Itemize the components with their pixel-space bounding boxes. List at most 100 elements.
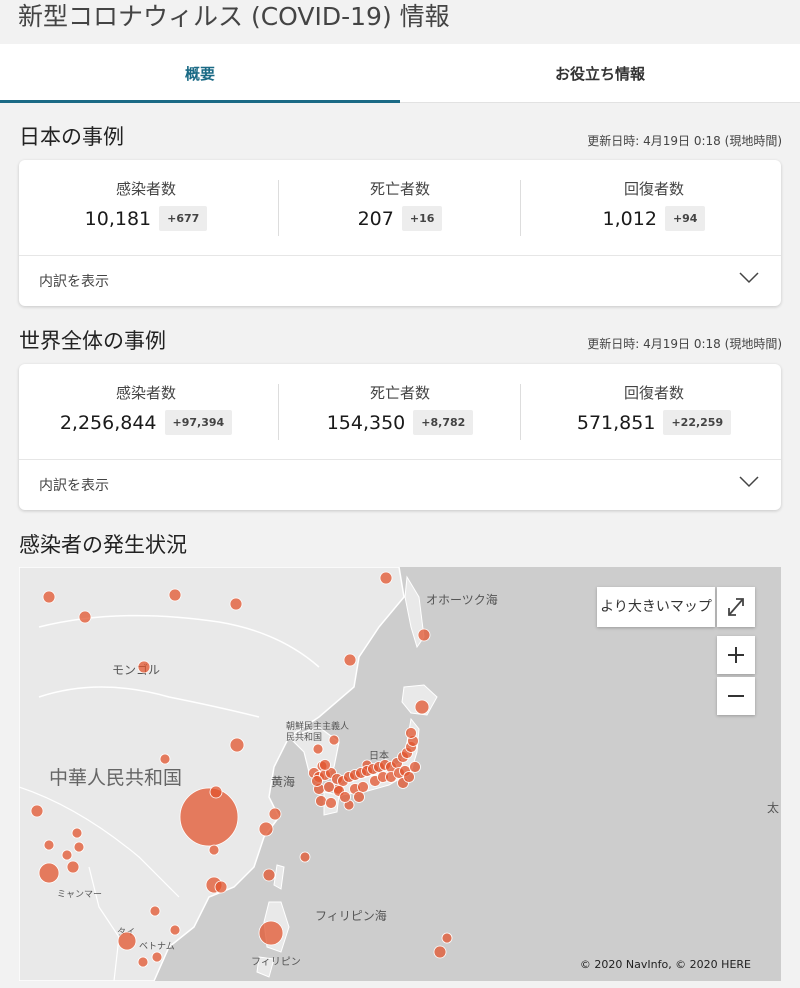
case-marker[interactable] [214, 880, 228, 894]
case-marker[interactable] [137, 956, 149, 968]
case-markers-layer [30, 571, 453, 968]
case-marker[interactable] [339, 791, 351, 803]
stat-label: 回復者数 [623, 384, 684, 402]
stat-delta-badge: +22,259 [663, 410, 732, 435]
stat-value: 10,181 [84, 207, 152, 230]
japan-stat-deaths: 死亡者数 207 +16 [273, 160, 527, 255]
case-marker[interactable] [151, 951, 163, 963]
world-stat-recovered: 回復者数 571,851 +22,259 [527, 364, 781, 459]
case-marker[interactable] [78, 610, 92, 624]
case-marker[interactable] [315, 795, 327, 807]
stat-value: 154,350 [326, 411, 406, 434]
japan-stat-infected: 感染者数 10,181 +677 [19, 160, 273, 255]
map-copyright: © 2020 NavInfo, © 2020 HERE [579, 958, 751, 971]
chevron-down-icon [739, 476, 759, 488]
stat-label: 感染者数 [115, 384, 176, 402]
breakdown-label: 内訳を表示 [39, 274, 109, 290]
case-marker[interactable] [209, 785, 223, 799]
case-marker[interactable] [311, 775, 323, 787]
stat-delta-badge: +16 [401, 206, 443, 231]
japan-updated-time: 更新日時: 4月19日 0:18 (現地時間) [587, 134, 782, 148]
stat-value: 1,012 [602, 207, 657, 230]
case-marker[interactable] [137, 660, 151, 674]
case-marker[interactable] [43, 839, 55, 851]
chevron-down-icon [739, 272, 759, 284]
case-marker[interactable] [61, 849, 73, 861]
stat-divider [520, 180, 521, 236]
japan-stat-recovered: 回復者数 1,012 +94 [527, 160, 781, 255]
plus-icon [728, 647, 744, 663]
case-marker[interactable] [42, 590, 56, 604]
case-marker[interactable] [414, 699, 430, 715]
world-stats: 感染者数 2,256,844 +97,394 死亡者数 154,350 +8,7… [19, 364, 781, 460]
tab-useful-info[interactable]: お役立ち情報 [400, 44, 800, 102]
case-marker[interactable] [403, 771, 415, 783]
stat-delta-badge: +8,782 [413, 410, 474, 435]
case-marker[interactable] [179, 787, 239, 847]
stat-label: 死亡者数 [369, 384, 430, 402]
case-marker[interactable] [323, 781, 335, 793]
stat-delta-badge: +94 [664, 206, 706, 231]
case-marker[interactable] [328, 734, 340, 746]
case-marker[interactable] [357, 781, 369, 793]
world-section-title: 世界全体の事例 [19, 329, 166, 353]
larger-map-button[interactable]: より大きいマップ [597, 587, 715, 627]
active-tab-indicator [0, 100, 400, 103]
stat-divider [520, 384, 521, 440]
case-marker[interactable] [258, 821, 274, 837]
stat-value: 207 [357, 207, 394, 230]
case-marker[interactable] [441, 932, 453, 944]
world-show-breakdown[interactable]: 内訳を表示 [19, 460, 781, 510]
world-updated-time: 更新日時: 4月19日 0:18 (現地時間) [587, 337, 782, 351]
stat-delta-badge: +97,394 [164, 410, 233, 435]
case-marker[interactable] [343, 653, 357, 667]
case-marker[interactable] [312, 743, 324, 755]
case-marker[interactable] [353, 791, 365, 803]
japan-section-title: 日本の事例 [19, 125, 124, 149]
zoom-in-button[interactable] [717, 636, 755, 674]
expand-map-button[interactable] [717, 587, 755, 627]
case-marker[interactable] [66, 860, 80, 874]
case-marker[interactable] [433, 945, 447, 959]
japan-cases-card: 感染者数 10,181 +677 死亡者数 207 +16 回復者数 1,012… [19, 160, 781, 306]
zoom-out-button[interactable] [717, 677, 755, 715]
case-marker[interactable] [30, 804, 44, 818]
stat-label: 回復者数 [623, 180, 684, 198]
case-marker[interactable] [258, 920, 284, 946]
tab-bar: 概要 お役立ち情報 [0, 44, 800, 103]
case-marker[interactable] [409, 761, 421, 773]
case-marker[interactable] [159, 753, 171, 765]
case-marker[interactable] [268, 807, 282, 821]
stat-value: 2,256,844 [59, 411, 157, 434]
world-cases-card: 感染者数 2,256,844 +97,394 死亡者数 154,350 +8,7… [19, 364, 781, 510]
case-marker[interactable] [379, 571, 393, 585]
case-marker[interactable] [417, 628, 431, 642]
minus-icon [728, 695, 744, 697]
case-marker[interactable] [169, 924, 181, 936]
case-marker[interactable] [71, 827, 83, 839]
case-marker[interactable] [38, 862, 60, 884]
case-marker[interactable] [319, 759, 331, 771]
world-stat-infected: 感染者数 2,256,844 +97,394 [19, 364, 273, 459]
stat-label: 感染者数 [115, 180, 176, 198]
case-marker[interactable] [299, 851, 311, 863]
stat-label: 死亡者数 [369, 180, 430, 198]
map-section-title: 感染者の発生状況 [19, 533, 187, 557]
expand-arrows-icon [728, 598, 744, 616]
case-marker[interactable] [208, 844, 220, 856]
case-marker[interactable] [325, 797, 337, 809]
case-marker[interactable] [262, 868, 276, 882]
tab-overview[interactable]: 概要 [0, 44, 400, 102]
case-marker[interactable] [229, 597, 243, 611]
breakdown-label: 内訳を表示 [39, 478, 109, 494]
stat-value: 571,851 [576, 411, 656, 434]
case-marker[interactable] [149, 905, 161, 917]
case-marker[interactable] [168, 588, 182, 602]
case-marker[interactable] [73, 841, 85, 853]
case-marker[interactable] [229, 737, 245, 753]
infection-map[interactable]: オホーツク海 モンゴル 朝鮮民主主義人民共和国 日本 中華人民共和国 黄海 フィ… [19, 567, 781, 981]
page-title: 新型コロナウィルス (COVID-19) 情報 [18, 2, 450, 31]
case-marker[interactable] [117, 931, 137, 951]
case-marker[interactable] [405, 727, 417, 739]
japan-show-breakdown[interactable]: 内訳を表示 [19, 256, 781, 306]
